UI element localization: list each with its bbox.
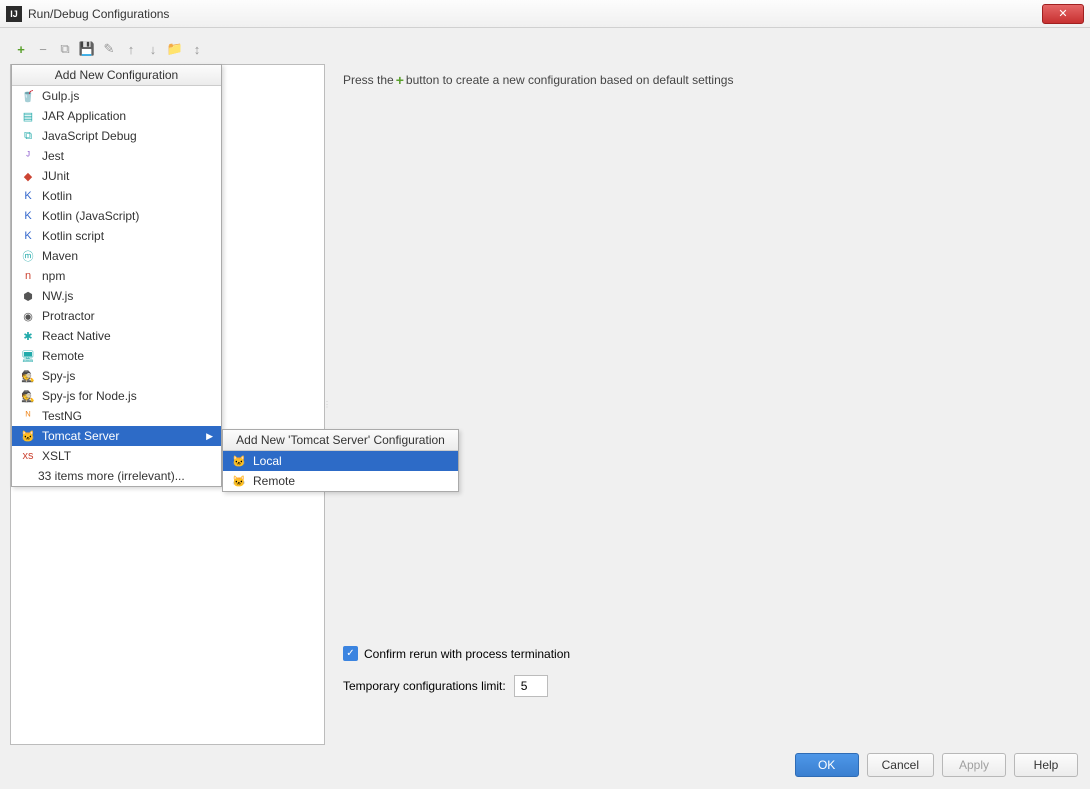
config-type-item[interactable]: ▤ JAR Application — [12, 106, 221, 126]
apply-button[interactable]: Apply — [942, 753, 1006, 777]
config-type-icon: ⬢ — [20, 288, 36, 304]
config-type-icon: ◉ — [20, 308, 36, 324]
limit-input[interactable] — [514, 675, 548, 697]
add-icon[interactable]: + — [12, 40, 30, 58]
config-type-icon: ✱ — [20, 328, 36, 344]
close-button[interactable]: ✕ — [1042, 4, 1084, 24]
config-type-item[interactable]: nnpm — [12, 266, 221, 286]
submenu-item-label: Remote — [253, 474, 295, 488]
config-type-label: JUnit — [42, 169, 69, 183]
config-type-icon: ▤ — [20, 108, 36, 124]
config-type-item[interactable]: 🕵 Spy-js — [12, 366, 221, 386]
config-type-label: TestNG — [42, 409, 82, 423]
popup-header: Add New Configuration — [12, 65, 221, 86]
config-type-item[interactable]: ⬢ NW.js — [12, 286, 221, 306]
config-type-icon: 🖥 — [20, 348, 36, 364]
toolbar: + − ⧉ 💾 ✎ ↑ ↓ 📁 ↕ — [10, 38, 1080, 60]
config-type-label: Kotlin (JavaScript) — [42, 209, 139, 223]
config-type-icon: 🐱 — [20, 428, 36, 444]
config-type-icon: K — [20, 228, 36, 244]
copy-icon[interactable]: ⧉ — [56, 40, 74, 58]
config-type-label: Maven — [42, 249, 78, 263]
config-type-item[interactable]: K Kotlin — [12, 186, 221, 206]
config-type-icon: ◆ — [20, 168, 36, 184]
confirm-rerun-checkbox[interactable]: ✓ — [343, 646, 358, 661]
config-type-icon: ⓜ — [20, 248, 36, 264]
config-type-item[interactable]: 🐱 Tomcat Server ▶ — [12, 426, 221, 446]
config-type-icon: K — [20, 188, 36, 204]
hint-part2: button to create a new configuration bas… — [406, 73, 734, 87]
config-type-label: Remote — [42, 349, 84, 363]
config-type-icon: 🕵 — [20, 368, 36, 384]
cancel-button[interactable]: Cancel — [867, 753, 934, 777]
config-tree-panel: Add New Configuration 🥤 Gulp.js ▤ JAR Appli… — [10, 64, 325, 745]
config-type-item[interactable]: ✱ React Native — [12, 326, 221, 346]
hint-part1: Press the — [343, 73, 394, 87]
hint-text: Press the + button to create a new confi… — [343, 72, 1072, 88]
config-type-icon: ⧉ — [20, 128, 36, 144]
config-type-item[interactable]: 🥤 Gulp.js — [12, 86, 221, 106]
button-bar: OK Cancel Apply Help — [10, 745, 1080, 779]
config-type-icon: 🕵 — [20, 388, 36, 404]
config-type-item[interactable]: K Kotlin script — [12, 226, 221, 246]
config-type-item[interactable]: ◉ Protractor — [12, 306, 221, 326]
edit-icon[interactable]: ✎ — [100, 40, 118, 58]
config-type-item[interactable]: 🕵 Spy-js for Node.js — [12, 386, 221, 406]
config-type-item[interactable]: xs XSLT — [12, 446, 221, 466]
config-type-item[interactable]: K Kotlin (JavaScript) — [12, 206, 221, 226]
chevron-right-icon: ▶ — [206, 431, 213, 442]
sort-icon[interactable]: ↕ — [188, 40, 206, 58]
ok-button[interactable]: OK — [795, 753, 859, 777]
config-type-item[interactable]: ◆ JUnit — [12, 166, 221, 186]
config-type-label: Kotlin — [42, 189, 72, 203]
config-type-label: Kotlin script — [42, 229, 104, 243]
submenu-item-label: Local — [253, 454, 282, 468]
submenu-item[interactable]: 🐱 Local — [223, 451, 458, 471]
down-icon[interactable]: ↓ — [144, 40, 162, 58]
config-type-icon: ᴺ — [20, 408, 36, 424]
submenu-item[interactable]: 🐱 Remote — [223, 471, 458, 491]
config-type-label: Spy-js — [42, 369, 75, 383]
config-type-label: React Native — [42, 329, 111, 343]
window-title: Run/Debug Configurations — [28, 7, 169, 21]
add-config-popup: Add New Configuration 🥤 Gulp.js ▤ JAR Appli… — [11, 64, 222, 487]
tomcat-icon: 🐱 — [231, 473, 247, 489]
popup-more-label: 33 items more (irrelevant)... — [38, 469, 185, 483]
config-type-icon: n — [20, 268, 36, 284]
config-type-label: npm — [42, 269, 65, 283]
config-type-icon: xs — [20, 448, 36, 464]
titlebar: IJ Run/Debug Configurations ✕ — [0, 0, 1090, 28]
up-icon[interactable]: ↑ — [122, 40, 140, 58]
config-type-label: JAR Application — [42, 109, 126, 123]
config-type-label: Protractor — [42, 309, 95, 323]
submenu-header: Add New 'Tomcat Server' Configuration — [223, 430, 458, 451]
config-type-icon: K — [20, 208, 36, 224]
save-icon[interactable]: 💾 — [78, 40, 96, 58]
detail-panel: Press the + button to create a new confi… — [329, 64, 1080, 745]
config-type-label: NW.js — [42, 289, 73, 303]
folder-icon[interactable]: 📁 — [166, 40, 184, 58]
tomcat-submenu: Add New 'Tomcat Server' Configuration 🐱 L… — [222, 429, 459, 492]
limit-label: Temporary configurations limit: — [343, 679, 506, 693]
config-type-icon: 🥤 — [20, 88, 36, 104]
help-button[interactable]: Help — [1014, 753, 1078, 777]
config-type-label: JavaScript Debug — [42, 129, 137, 143]
plus-icon: + — [396, 72, 404, 88]
config-type-item[interactable]: ⓜ Maven — [12, 246, 221, 266]
config-type-item[interactable]: ᴺ TestNG — [12, 406, 221, 426]
tomcat-icon: 🐱 — [231, 453, 247, 469]
confirm-rerun-label: Confirm rerun with process termination — [364, 647, 570, 661]
config-type-item[interactable]: ᴶ Jest — [12, 146, 221, 166]
app-icon: IJ — [6, 6, 22, 22]
popup-more[interactable]: 33 items more (irrelevant)... — [12, 466, 221, 486]
config-type-label: Jest — [42, 149, 64, 163]
config-type-label: XSLT — [42, 449, 71, 463]
config-type-label: Gulp.js — [42, 89, 79, 103]
config-type-label: Spy-js for Node.js — [42, 389, 137, 403]
config-type-label: Tomcat Server — [42, 429, 119, 443]
config-type-icon: ᴶ — [20, 148, 36, 164]
config-type-item[interactable]: 🖥 Remote — [12, 346, 221, 366]
remove-icon[interactable]: − — [34, 40, 52, 58]
config-type-item[interactable]: ⧉ JavaScript Debug — [12, 126, 221, 146]
